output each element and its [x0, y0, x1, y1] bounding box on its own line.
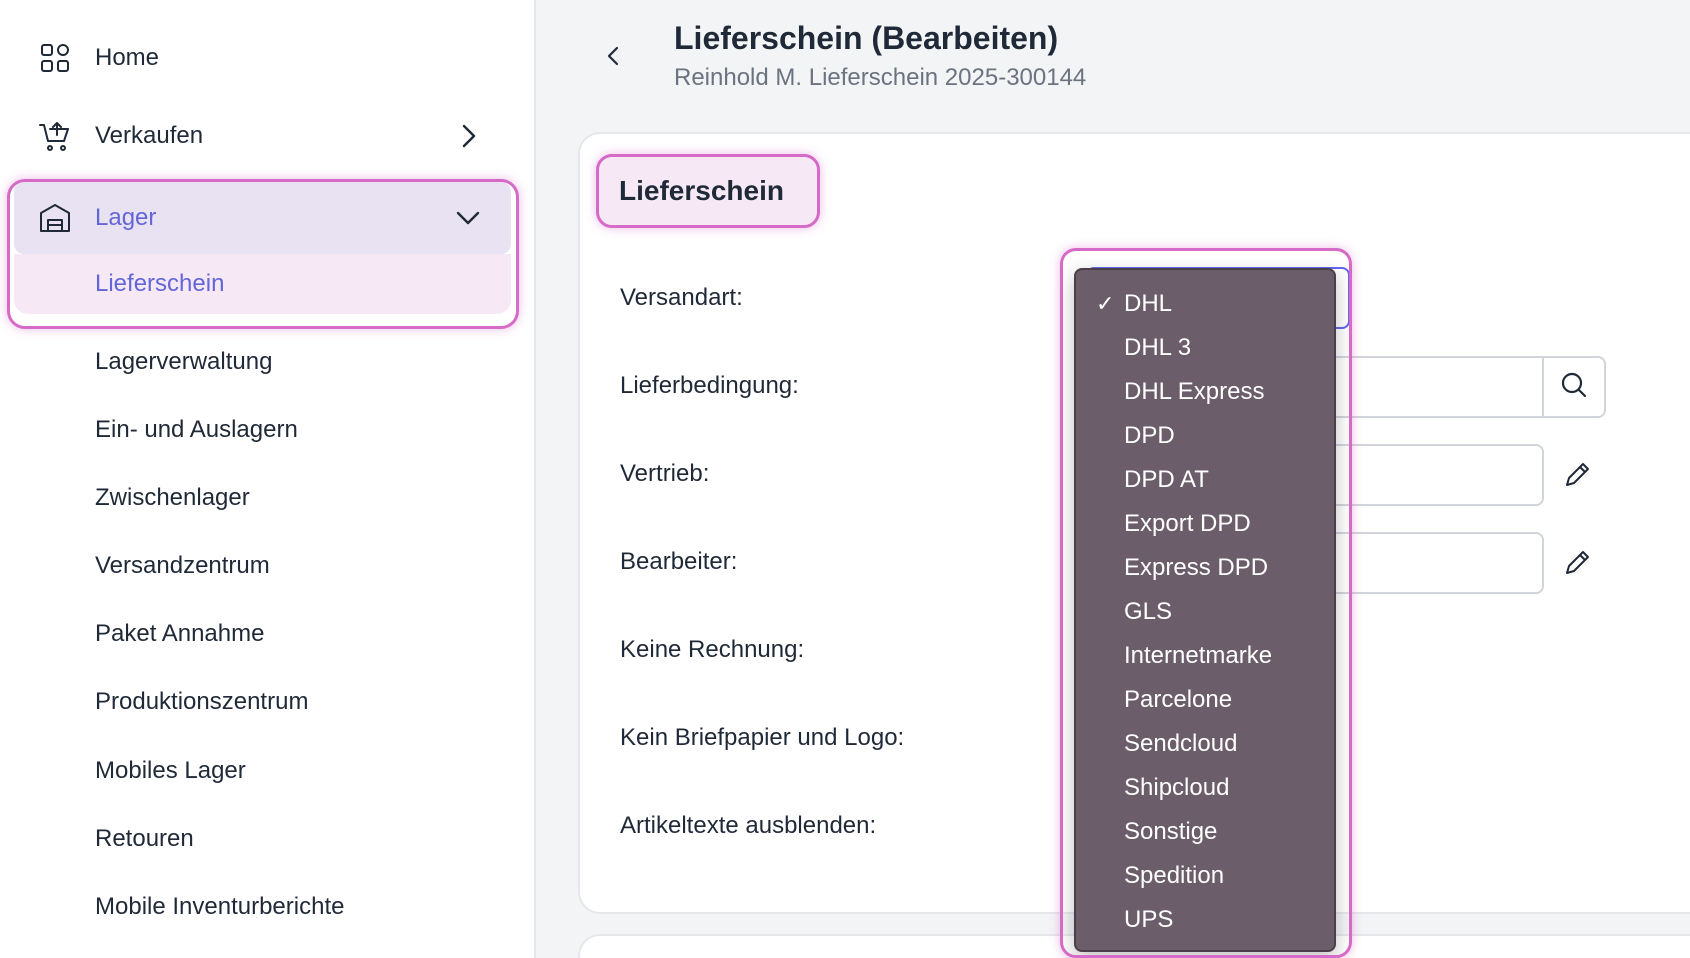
option-label: Internetmarke: [1124, 642, 1273, 669]
option-label: GLS: [1124, 598, 1173, 625]
page-title: Lieferschein (Bearbeiten): [674, 20, 1059, 56]
section-title: Lieferschein: [619, 175, 784, 206]
label-bearbeiter: Bearbeiter:: [620, 548, 738, 575]
sidebar-subitem-mobile-inventurberichte[interactable]: Mobile Inventurberichte: [14, 877, 511, 937]
sidebar-subitem-label: Paket Annahme: [95, 620, 265, 647]
label-lieferbedingung: Lieferbedingung:: [620, 372, 799, 399]
back-button[interactable]: [598, 40, 628, 76]
option-label: DHL: [1124, 290, 1173, 317]
sidebar-item-label: Lager: [95, 204, 157, 231]
dropdown-option[interactable]: ✓ DHL: [1076, 282, 1334, 326]
chevron-left-icon: [605, 44, 621, 73]
dropdown-option[interactable]: DHL Express: [1076, 370, 1334, 414]
search-icon: [1560, 371, 1588, 404]
search-button[interactable]: [1542, 356, 1606, 418]
sidebar-subitem-label: Lieferschein: [95, 270, 225, 297]
sidebar-item-verkaufen[interactable]: Verkaufen: [14, 100, 511, 172]
label-kein-briefpapier: Kein Briefpapier und Logo:: [620, 724, 905, 751]
option-label: Shipcloud: [1124, 774, 1230, 801]
sidebar-subitem-label: Ein- und Auslagern: [95, 416, 298, 443]
dropdown-option[interactable]: DPD AT: [1076, 458, 1334, 502]
sidebar: Home Verkaufen Lager Lieferschein Lagerv…: [0, 0, 536, 958]
sidebar-item-lager[interactable]: Lager: [14, 182, 511, 254]
dropdown-option[interactable]: DHL 3: [1076, 326, 1334, 370]
option-label: Export DPD: [1124, 510, 1251, 537]
option-label: DPD: [1124, 422, 1175, 449]
warehouse-icon: [38, 201, 72, 235]
dropdown-option[interactable]: Parcelone: [1076, 678, 1334, 722]
sidebar-subitem-paket-annahme[interactable]: Paket Annahme: [14, 604, 511, 664]
checkmark-icon: ✓: [1096, 291, 1115, 316]
option-label: DPD AT: [1124, 466, 1209, 493]
dropdown-option[interactable]: Sendcloud: [1076, 722, 1334, 766]
sidebar-item-label: Verkaufen: [95, 122, 204, 149]
sidebar-subitem-ein-und-auslagern[interactable]: Ein- und Auslagern: [14, 400, 511, 460]
option-label: Parcelone: [1124, 686, 1233, 713]
dropdown-option[interactable]: Spedition: [1076, 854, 1334, 898]
pencil-icon: [1563, 459, 1593, 494]
sidebar-item-label: Home: [95, 44, 160, 71]
label-artikeltexte: Artikeltexte ausblenden:: [620, 812, 877, 839]
sidebar-subitem-label: Retouren: [95, 825, 194, 852]
dropdown-option[interactable]: Export DPD: [1076, 502, 1334, 546]
option-label: UPS: [1124, 906, 1174, 933]
app: Home Verkaufen Lager Lieferschein Lagerv…: [0, 0, 1690, 958]
vertrieb-edit-button[interactable]: [1558, 456, 1598, 496]
option-label: Sendcloud: [1124, 730, 1238, 757]
versandart-dropdown: ✓ DHL DHL 3 DHL Express DPD DPD AT Expor…: [1074, 268, 1336, 952]
option-label: Express DPD: [1124, 554, 1269, 581]
option-label: DHL 3: [1124, 334, 1192, 361]
sidebar-subitem-produktionszentrum[interactable]: Produktionszentrum: [14, 672, 511, 732]
page-subtitle: Reinhold M. Lieferschein 2025-300144: [674, 64, 1087, 91]
sidebar-subitem-lieferschein[interactable]: Lieferschein: [14, 254, 511, 314]
main-content: Lieferschein (Bearbeiten) Reinhold M. Li…: [538, 0, 1690, 958]
chevron-right-icon[interactable]: [455, 123, 481, 149]
sidebar-subitem-label: Mobile Inventurberichte: [95, 893, 345, 920]
pencil-icon: [1563, 547, 1593, 582]
section-header: Lieferschein: [596, 154, 820, 228]
label-versandart: Versandart:: [620, 284, 743, 311]
sidebar-subitem-label: Lagerverwaltung: [95, 348, 273, 375]
sidebar-subitem-label: Mobiles Lager: [95, 757, 246, 784]
dropdown-option[interactable]: UPS: [1076, 898, 1334, 942]
sidebar-subitem-retouren[interactable]: Retouren: [14, 809, 511, 869]
bearbeiter-edit-button[interactable]: [1558, 544, 1598, 584]
option-label: Sonstige: [1124, 818, 1218, 845]
dropdown-option[interactable]: Internetmarke: [1076, 634, 1334, 678]
dropdown-option[interactable]: DPD: [1076, 414, 1334, 458]
dropdown-option[interactable]: Shipcloud: [1076, 766, 1334, 810]
sidebar-item-home[interactable]: Home: [14, 22, 511, 94]
sidebar-subitem-zwischenlager[interactable]: Zwischenlager: [14, 468, 511, 528]
sidebar-subitem-lagerverwaltung[interactable]: Lagerverwaltung: [14, 332, 511, 392]
chevron-down-icon[interactable]: [455, 205, 481, 231]
sidebar-subitem-label: Zwischenlager: [95, 484, 250, 511]
option-label: Spedition: [1124, 862, 1225, 889]
grid-icon: [38, 41, 72, 75]
dropdown-option[interactable]: Express DPD: [1076, 546, 1334, 590]
option-label: DHL Express: [1124, 378, 1265, 405]
sidebar-subitem-mobiles-lager[interactable]: Mobiles Lager: [14, 741, 511, 801]
sidebar-subitem-label: Versandzentrum: [95, 552, 270, 579]
dropdown-option[interactable]: Sonstige: [1076, 810, 1334, 854]
sidebar-subitem-versandzentrum[interactable]: Versandzentrum: [14, 536, 511, 596]
cart-icon: [38, 119, 72, 153]
label-keine-rechnung: Keine Rechnung:: [620, 636, 805, 663]
label-vertrieb: Vertrieb:: [620, 460, 710, 487]
dropdown-option[interactable]: GLS: [1076, 590, 1334, 634]
sidebar-subitem-label: Produktionszentrum: [95, 688, 309, 715]
